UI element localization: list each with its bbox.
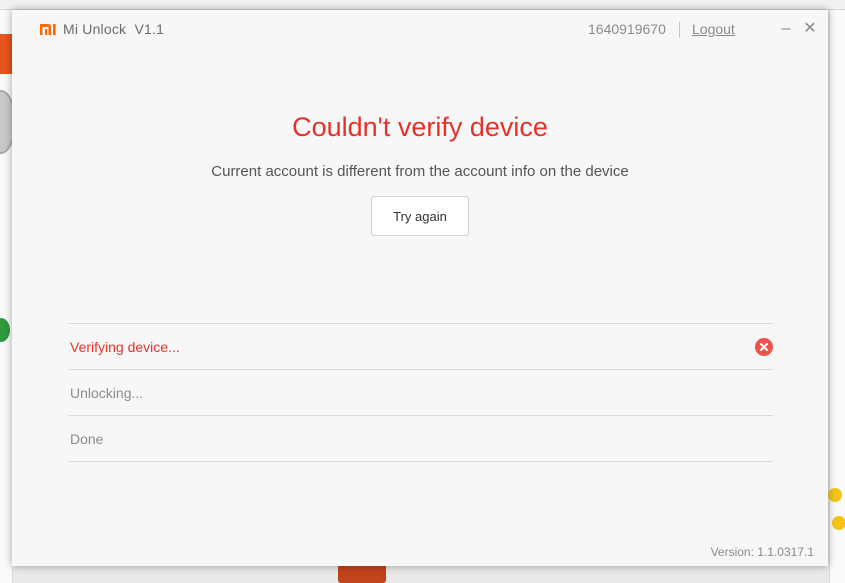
background-emoji-icon-2 xyxy=(832,516,845,530)
try-again-button[interactable]: Try again xyxy=(371,196,469,236)
close-button[interactable]: ✕ xyxy=(802,20,818,38)
background-orange-block xyxy=(0,34,12,74)
step-label: Done xyxy=(70,431,104,447)
app-title: Mi Unlock V1.1 xyxy=(63,21,165,37)
background-bookmarks-bar xyxy=(0,0,845,10)
title-bar: Mi Unlock V1.1 1640919670 Logout – ✕ xyxy=(12,10,828,50)
error-icon xyxy=(755,338,773,356)
background-green-dot xyxy=(0,318,10,342)
minimize-button[interactable]: – xyxy=(778,20,794,38)
step-unlocking: Unlocking... xyxy=(68,369,773,415)
mi-unlock-window: Mi Unlock V1.1 1640919670 Logout – ✕ Cou… xyxy=(12,10,828,566)
step-label: Unlocking... xyxy=(70,385,144,401)
progress-steps: Verifying device... Unlocking... Done xyxy=(68,323,773,462)
account-id: 1640919670 xyxy=(588,21,666,37)
background-emoji-icon xyxy=(828,488,842,502)
step-done: Done xyxy=(68,415,773,462)
title-separator xyxy=(679,22,680,38)
status-headline: Couldn't verify device xyxy=(292,112,548,142)
step-verifying: Verifying device... xyxy=(68,323,773,369)
mi-logo-icon xyxy=(40,24,56,35)
step-label: Verifying device... xyxy=(70,339,180,355)
logout-link[interactable]: Logout xyxy=(692,21,735,37)
background-page-right xyxy=(828,10,845,583)
version-label: Version: 1.1.0317.1 xyxy=(710,545,814,559)
background-orange-button xyxy=(338,566,386,583)
status-message: Current account is different from the ac… xyxy=(211,163,629,180)
